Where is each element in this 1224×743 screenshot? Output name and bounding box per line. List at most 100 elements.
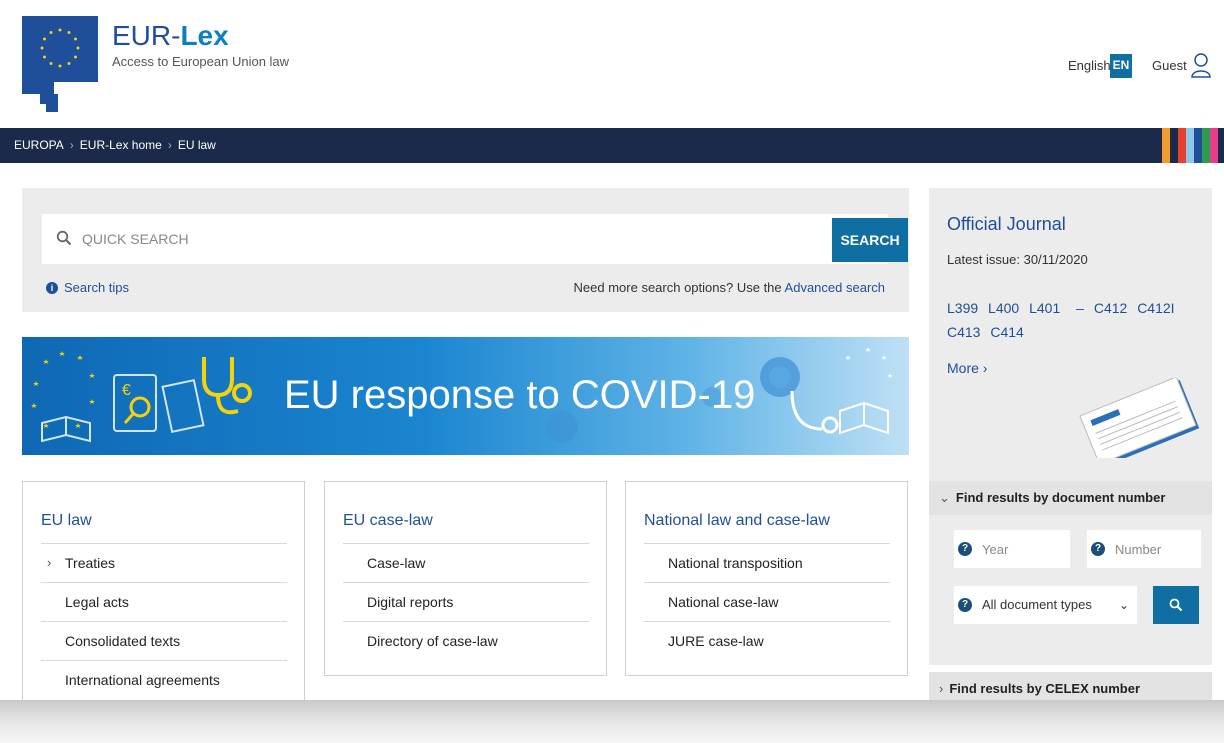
chevron-down-icon: ⌄ [939, 490, 950, 505]
breadcrumb-europa[interactable]: EUROPA [14, 138, 64, 152]
more-link[interactable]: More › [947, 360, 987, 376]
official-journal-panel: Official Journal Latest issue: 30/11/202… [929, 188, 1212, 484]
user-icon[interactable] [1190, 52, 1212, 78]
color-strip [1210, 128, 1218, 163]
search-box: SEARCH [42, 214, 908, 264]
brand[interactable]: EUR-Lex Access to European Union law [112, 20, 289, 69]
color-strip [1178, 128, 1186, 163]
list-item-label: Digital reports [367, 594, 454, 610]
advanced-search-prefix: Need more search options? Use the [573, 280, 785, 295]
chevron-right-icon: › [47, 555, 52, 570]
card-list: National transposition National case-law… [644, 543, 890, 660]
list-item[interactable]: Case-law [343, 543, 589, 582]
card-list: › Treaties Legal acts Consolidated texts … [41, 543, 287, 699]
color-strip [1194, 128, 1202, 163]
search-button[interactable]: SEARCH [832, 218, 908, 262]
logo-tail [22, 82, 54, 94]
list-item-label: International agreements [65, 672, 220, 688]
issue-link[interactable]: C414 [990, 324, 1023, 340]
card-title[interactable]: National law and case-law [644, 512, 830, 530]
language-label[interactable]: English [1068, 58, 1111, 73]
find-by-document-number-panel: ⌄ Find results by document number [929, 481, 1212, 665]
quick-search-input[interactable] [82, 214, 822, 264]
section-header-label: Find results by CELEX number [949, 681, 1141, 696]
logo-tail [40, 94, 58, 104]
section-header-label: Find results by document number [955, 490, 1166, 505]
list-item-label: National case-law [668, 594, 779, 610]
chevron-right-icon: › [939, 681, 944, 696]
list-item[interactable]: Directory of case-law [343, 621, 589, 660]
help-icon[interactable]: ? [1091, 542, 1105, 556]
list-item[interactable]: Digital reports [343, 582, 589, 621]
official-journal-title[interactable]: Official Journal [947, 214, 1066, 235]
year-input[interactable] [982, 530, 1066, 568]
list-item-label: Directory of case-law [367, 633, 498, 649]
list-item-label: JURE case-law [668, 633, 764, 649]
search-panel: SEARCH i Search tips Need more search op… [22, 188, 909, 312]
breadcrumb-separator: › [69, 138, 74, 152]
list-item[interactable]: International agreements [41, 660, 287, 699]
brand-suffix: Lex [180, 20, 229, 51]
issue-dash: – [1076, 300, 1084, 316]
issue-links: L399 L400 L401 – C412 C412I C413 C414 [947, 296, 1197, 344]
year-field: ? [954, 530, 1070, 568]
card-eu-case-law: EU case-law Case-law Digital reports Dir… [324, 481, 607, 676]
covid-banner[interactable]: € EU response to COVID-19 [22, 337, 909, 455]
search-tips-label: Search tips [64, 280, 130, 295]
list-item[interactable]: Legal acts [41, 582, 287, 621]
color-strip [1202, 128, 1210, 163]
number-input[interactable] [1115, 530, 1197, 568]
color-strip [1186, 128, 1194, 163]
document-search-button[interactable] [1153, 586, 1199, 624]
help-icon[interactable]: ? [958, 598, 972, 612]
official-journal-image [1079, 378, 1199, 458]
list-item-label: Treaties [65, 555, 116, 571]
list-item-label: Legal acts [65, 594, 129, 610]
issue-link[interactable]: L401 [1029, 300, 1060, 316]
find-by-document-number-header[interactable]: ⌄ Find results by document number [929, 481, 1212, 515]
chevron-down-icon: ⌄ [1118, 598, 1129, 612]
list-item-label: Case-law [367, 555, 426, 571]
document-type-value: All document types [982, 597, 1092, 612]
breadcrumb-bar: EUROPA › EUR-Lex home › EU law [0, 128, 1224, 163]
list-item[interactable]: National transposition [644, 543, 890, 582]
list-item-label: Consolidated texts [65, 633, 181, 649]
card-national-law: National law and case-law National trans… [625, 481, 908, 676]
search-icon [1169, 598, 1183, 612]
issue-link[interactable]: L400 [988, 300, 1019, 316]
card-eu-law: EU law › Treaties Legal acts Consolidated… [22, 481, 305, 711]
breadcrumb: EUROPA › EUR-Lex home › EU law [14, 138, 216, 152]
breadcrumb-separator: › [167, 138, 172, 152]
advanced-search-link[interactable]: Advanced search [785, 280, 885, 295]
list-item[interactable]: › Treaties [41, 543, 287, 582]
color-strip [1170, 128, 1178, 163]
list-item[interactable]: JURE case-law [644, 621, 890, 660]
card-list: Case-law Digital reports Directory of ca… [343, 543, 589, 660]
breadcrumb-current: EU law [177, 138, 216, 152]
issue-link[interactable]: C413 [947, 324, 980, 340]
help-icon[interactable]: ? [958, 542, 972, 556]
card-title[interactable]: EU case-law [343, 512, 433, 530]
brand-name: EUR-Lex [112, 20, 289, 52]
list-item[interactable]: National case-law [644, 582, 890, 621]
latest-issue: Latest issue: 30/11/2020 [947, 252, 1088, 267]
issue-link[interactable]: C412 [1094, 300, 1127, 316]
list-item[interactable]: Consolidated texts [41, 621, 287, 660]
eu-stars-icon [40, 28, 80, 68]
search-tips-link[interactable]: i Search tips [46, 280, 129, 295]
color-strip [1162, 128, 1170, 163]
document-type-select[interactable]: ? All document types ⌄ [954, 586, 1137, 624]
banner-title: EU response to COVID-19 [284, 373, 756, 417]
number-field: ? [1087, 530, 1201, 568]
guest-label[interactable]: Guest [1152, 58, 1187, 73]
issue-link[interactable]: C412I [1137, 300, 1174, 316]
brand-prefix: EUR- [112, 20, 181, 51]
site-header: EUR-Lex Access to European Union law Eng… [0, 0, 1224, 128]
breadcrumb-eurlex-home[interactable]: EUR-Lex home [80, 138, 162, 152]
eu-flag-logo[interactable] [22, 16, 98, 82]
issue-link[interactable]: L399 [947, 300, 978, 316]
card-title[interactable]: EU law [41, 512, 92, 530]
language-badge[interactable]: EN [1110, 54, 1132, 78]
brand-tagline: Access to European Union law [112, 54, 290, 69]
bottom-shadow [0, 700, 1224, 743]
